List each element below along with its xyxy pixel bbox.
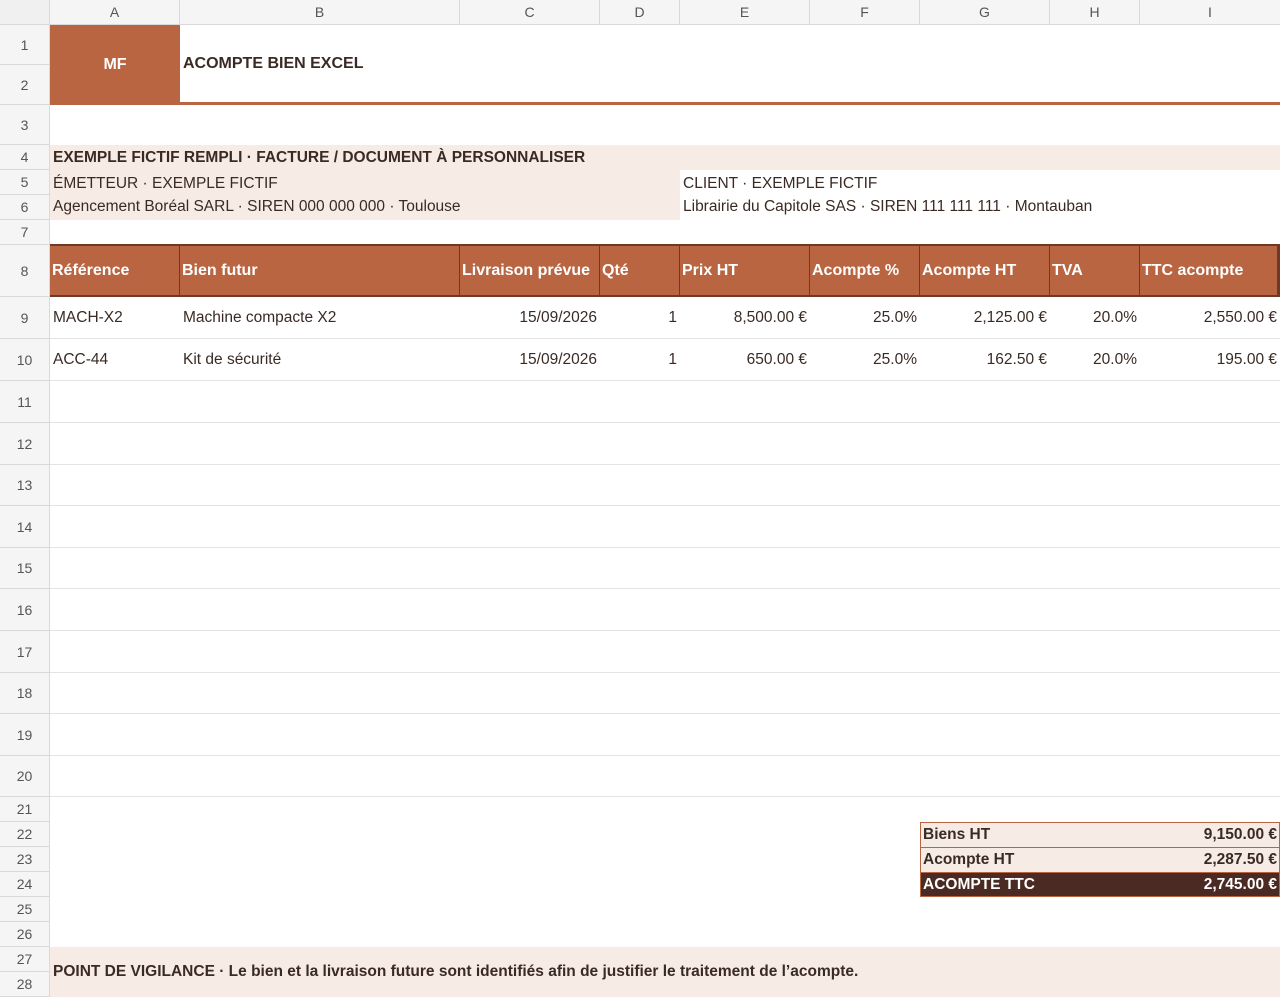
row-header-6[interactable]: 6 bbox=[0, 195, 50, 220]
row-divider bbox=[50, 422, 1280, 423]
column-header-f[interactable]: F bbox=[810, 0, 920, 25]
row-header-19[interactable]: 19 bbox=[0, 714, 50, 756]
banner[interactable]: EXEMPLE FICTIF REMPLI · FACTURE / DOCUME… bbox=[50, 145, 1280, 170]
row-divider bbox=[50, 755, 1280, 756]
summary-value: 2,745.00 € bbox=[1203, 876, 1277, 893]
row-header-25[interactable]: 25 bbox=[0, 897, 50, 922]
row-header-5[interactable]: 5 bbox=[0, 170, 50, 195]
emitter-label[interactable]: ÉMETTEUR · EXEMPLE FICTIF bbox=[50, 172, 680, 196]
row-divider bbox=[50, 547, 1280, 548]
row-divider bbox=[50, 380, 1280, 381]
header-qte[interactable]: Qté bbox=[600, 246, 680, 295]
cell-acompte-ht[interactable]: 162.50 € bbox=[920, 339, 1050, 381]
cell-acompte-pct[interactable]: 25.0% bbox=[810, 297, 920, 339]
cell-acompte-pct[interactable]: 25.0% bbox=[810, 339, 920, 381]
column-header-c[interactable]: C bbox=[460, 0, 600, 25]
cell-ttc-acompte[interactable]: 195.00 € bbox=[1140, 339, 1280, 381]
page-title[interactable]: ACOMPTE BIEN EXCEL bbox=[180, 25, 1280, 103]
row-header-2[interactable]: 2 bbox=[0, 65, 50, 105]
header-acompte-pct[interactable]: Acompte % bbox=[810, 246, 920, 295]
row-header-10[interactable]: 10 bbox=[0, 339, 50, 381]
row-header-14[interactable]: 14 bbox=[0, 506, 50, 548]
header-livraison[interactable]: Livraison prévue bbox=[460, 246, 600, 295]
column-header-b[interactable]: B bbox=[180, 0, 460, 25]
row-header-18[interactable]: 18 bbox=[0, 673, 50, 714]
summary-label: Acompte HT bbox=[923, 851, 1015, 868]
row-divider bbox=[50, 464, 1280, 465]
row-header-13[interactable]: 13 bbox=[0, 465, 50, 506]
summary-acompte-ht[interactable]: Acompte HT 2,287.50 € bbox=[920, 847, 1280, 872]
spreadsheet: A B C D E F G H I 1 2 3 4 5 6 7 8 9 10 1… bbox=[0, 0, 1280, 997]
title-underline bbox=[180, 102, 1280, 105]
logo-badge: MF bbox=[50, 25, 180, 105]
emitter-detail[interactable]: Agencement Boréal SARL · SIREN 000 000 0… bbox=[50, 195, 680, 219]
row-header-21[interactable]: 21 bbox=[0, 797, 50, 822]
cell-reference[interactable]: ACC-44 bbox=[50, 339, 180, 381]
cell-prix-ht[interactable]: 8,500.00 € bbox=[680, 297, 810, 339]
summary-label: Biens HT bbox=[923, 826, 991, 843]
cell-acompte-ht[interactable]: 2,125.00 € bbox=[920, 297, 1050, 339]
row-divider bbox=[50, 588, 1280, 589]
vigilance-note[interactable]: POINT DE VIGILANCE · Le bien et la livra… bbox=[50, 947, 1280, 997]
summary-biens-ht[interactable]: Biens HT 9,150.00 € bbox=[920, 822, 1280, 847]
cell-prix-ht[interactable]: 650.00 € bbox=[680, 339, 810, 381]
row-header-23[interactable]: 23 bbox=[0, 847, 50, 872]
summary-value: 9,150.00 € bbox=[1203, 826, 1277, 843]
row-divider bbox=[50, 713, 1280, 714]
row-header-8[interactable]: 8 bbox=[0, 245, 50, 297]
cell-livraison[interactable]: 15/09/2026 bbox=[460, 339, 600, 381]
header-acompte-ht[interactable]: Acompte HT bbox=[920, 246, 1050, 295]
cell-qte[interactable]: 1 bbox=[600, 297, 680, 339]
column-header-h[interactable]: H bbox=[1050, 0, 1140, 25]
column-header-a[interactable]: A bbox=[50, 0, 180, 25]
cell-bien-futur[interactable]: Kit de sécurité bbox=[180, 339, 460, 381]
header-ttc-acompte[interactable]: TTC acompte bbox=[1140, 246, 1278, 295]
client-detail[interactable]: Librairie du Capitole SAS · SIREN 111 11… bbox=[680, 195, 1280, 219]
summary-acompte-ttc[interactable]: ACOMPTE TTC 2,745.00 € bbox=[920, 872, 1280, 897]
row-header-26[interactable]: 26 bbox=[0, 922, 50, 947]
row-header-28[interactable]: 28 bbox=[0, 972, 50, 997]
table-row: ACC-44 Kit de sécurité 15/09/2026 1 650.… bbox=[50, 339, 1280, 381]
cell-ttc-acompte[interactable]: 2,550.00 € bbox=[1140, 297, 1280, 339]
row-header-17[interactable]: 17 bbox=[0, 631, 50, 673]
row-header-15[interactable]: 15 bbox=[0, 548, 50, 589]
row-header-27[interactable]: 27 bbox=[0, 947, 50, 972]
summary-label: ACOMPTE TTC bbox=[923, 876, 1035, 893]
row-header-24[interactable]: 24 bbox=[0, 872, 50, 897]
cell-livraison[interactable]: 15/09/2026 bbox=[460, 297, 600, 339]
select-all-corner[interactable] bbox=[0, 0, 50, 25]
row-header-20[interactable]: 20 bbox=[0, 756, 50, 797]
column-header-i[interactable]: I bbox=[1140, 0, 1280, 25]
cell-reference[interactable]: MACH-X2 bbox=[50, 297, 180, 339]
row-divider bbox=[50, 672, 1280, 673]
summary-value: 2,287.50 € bbox=[1203, 851, 1277, 868]
row-header-1[interactable]: 1 bbox=[0, 25, 50, 65]
row-header-3[interactable]: 3 bbox=[0, 105, 50, 145]
row-divider bbox=[50, 630, 1280, 631]
header-tva[interactable]: TVA bbox=[1050, 246, 1140, 295]
row-header-16[interactable]: 16 bbox=[0, 589, 50, 631]
row-divider bbox=[50, 338, 1280, 339]
cell-tva[interactable]: 20.0% bbox=[1050, 339, 1140, 381]
row-header-11[interactable]: 11 bbox=[0, 381, 50, 423]
header-bien-futur[interactable]: Bien futur bbox=[180, 246, 460, 295]
table-row: MACH-X2 Machine compacte X2 15/09/2026 1… bbox=[50, 297, 1280, 339]
column-header-e[interactable]: E bbox=[680, 0, 810, 25]
header-reference[interactable]: Référence bbox=[50, 246, 180, 295]
row-header-12[interactable]: 12 bbox=[0, 423, 50, 465]
row-header-9[interactable]: 9 bbox=[0, 297, 50, 339]
cell-bien-futur[interactable]: Machine compacte X2 bbox=[180, 297, 460, 339]
row-header-4[interactable]: 4 bbox=[0, 145, 50, 170]
client-label[interactable]: CLIENT · EXEMPLE FICTIF bbox=[680, 172, 1280, 196]
column-header-d[interactable]: D bbox=[600, 0, 680, 25]
row-header-7[interactable]: 7 bbox=[0, 220, 50, 245]
cell-qte[interactable]: 1 bbox=[600, 339, 680, 381]
header-prix-ht[interactable]: Prix HT bbox=[680, 246, 810, 295]
row-divider bbox=[50, 796, 1280, 797]
column-header-g[interactable]: G bbox=[920, 0, 1050, 25]
cell-tva[interactable]: 20.0% bbox=[1050, 297, 1140, 339]
row-divider bbox=[50, 505, 1280, 506]
row-header-22[interactable]: 22 bbox=[0, 822, 50, 847]
